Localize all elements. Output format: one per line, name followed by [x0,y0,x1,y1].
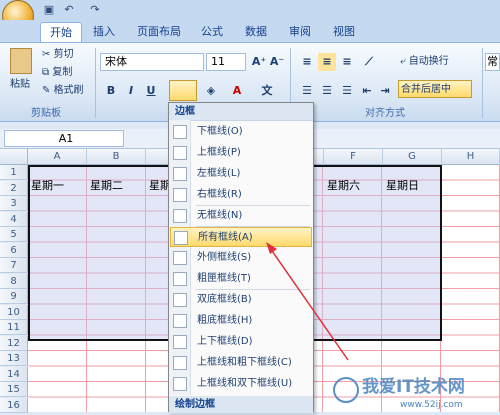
watermark-text: 我爱IT技术网 [362,376,465,397]
annotation-arrow [266,242,349,361]
watermark: 我爱IT技术网 www.52ij.com [330,368,500,412]
watermark-logo: 我爱IT技术网 www.52ij.com [333,376,465,410]
watermark-url: www.52ij.com [400,400,463,410]
